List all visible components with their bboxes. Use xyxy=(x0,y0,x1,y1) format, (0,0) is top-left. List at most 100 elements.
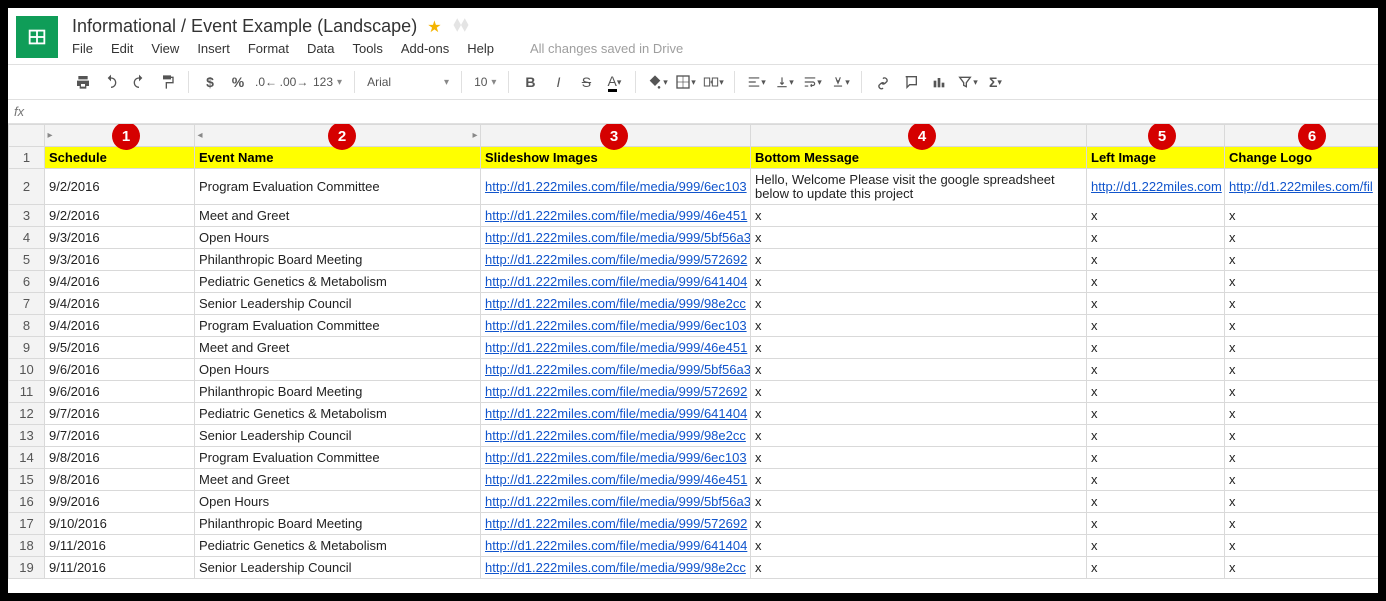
cell[interactable]: 9/4/2016 xyxy=(45,293,195,315)
cell[interactable]: x xyxy=(751,249,1087,271)
cell[interactable]: x xyxy=(751,491,1087,513)
cell[interactable]: http://d1.222miles.com/file/media/999/6e… xyxy=(481,315,751,337)
menu-view[interactable]: View xyxy=(151,41,179,56)
cell[interactable]: Meet and Greet xyxy=(195,469,481,491)
filter-icon[interactable]: ▾ xyxy=(954,69,980,95)
cell[interactable]: x xyxy=(751,205,1087,227)
merge-cells-icon[interactable]: ▾ xyxy=(700,69,726,95)
cell[interactable]: Program Evaluation Committee xyxy=(195,315,481,337)
cell[interactable]: x xyxy=(1225,227,1379,249)
cell[interactable]: Meet and Greet xyxy=(195,337,481,359)
cell[interactable]: http://d1.222miles.com/file/media/999/57… xyxy=(481,381,751,403)
cell[interactable]: 9/9/2016 xyxy=(45,491,195,513)
cell[interactable]: http://d1.222miles.com/file/media/999/5b… xyxy=(481,227,751,249)
cell[interactable]: x xyxy=(1087,557,1225,579)
cell[interactable]: x xyxy=(1225,359,1379,381)
menu-addons[interactable]: Add-ons xyxy=(401,41,449,56)
currency-icon[interactable]: $ xyxy=(197,69,223,95)
row-header[interactable]: 18 xyxy=(9,535,45,557)
cell[interactable]: Change Logo xyxy=(1225,147,1379,169)
column-header-e[interactable] xyxy=(1087,125,1225,147)
cell[interactable]: 9/6/2016 xyxy=(45,381,195,403)
cell-link[interactable]: http://d1.222miles.com/file/media/999/57… xyxy=(485,516,747,531)
cell[interactable]: Pediatric Genetics & Metabolism xyxy=(195,403,481,425)
cell-link[interactable]: http://d1.222miles.com/file/media/999/46… xyxy=(485,472,747,487)
cell[interactable]: http://d1.222miles.com/file/media/999/64… xyxy=(481,271,751,293)
cell[interactable]: Philanthropic Board Meeting xyxy=(195,249,481,271)
cell[interactable]: Schedule xyxy=(45,147,195,169)
cell[interactable]: 9/11/2016 xyxy=(45,535,195,557)
document-title[interactable]: Informational / Event Example (Landscape… xyxy=(72,16,417,37)
column-expand-left-icon[interactable]: ▸ xyxy=(45,125,55,145)
cell-link[interactable]: http://d1.222miles.com/file/media/999/5b… xyxy=(485,362,751,377)
cell[interactable]: Meet and Greet xyxy=(195,205,481,227)
borders-icon[interactable]: ▾ xyxy=(672,69,698,95)
cell[interactable]: x xyxy=(1087,359,1225,381)
cell[interactable]: x xyxy=(1087,447,1225,469)
cell-link[interactable]: http://d1.222miles.com/file/media/999/46… xyxy=(485,340,747,355)
cell[interactable]: Philanthropic Board Meeting xyxy=(195,513,481,535)
text-rotation-icon[interactable]: ▾ xyxy=(827,69,853,95)
cell[interactable]: x xyxy=(1225,447,1379,469)
cell[interactable]: x xyxy=(1225,491,1379,513)
row-header[interactable]: 1 xyxy=(9,147,45,169)
cell[interactable]: http://d1.222miles.com/file/media/999/5b… xyxy=(481,359,751,381)
column-expand-right-icon[interactable]: ▸ xyxy=(470,125,480,145)
cell[interactable]: x xyxy=(751,293,1087,315)
row-header[interactable]: 2 xyxy=(9,169,45,205)
insert-chart-icon[interactable] xyxy=(926,69,952,95)
cell[interactable]: http://d1.222miles.com/file/media/999/6e… xyxy=(481,447,751,469)
cell[interactable]: Hello, Welcome Please visit the google s… xyxy=(751,169,1087,205)
cell[interactable]: x xyxy=(1225,381,1379,403)
cell[interactable]: http://d1.222miles.com/file/media/999/98… xyxy=(481,293,751,315)
cell[interactable]: Pediatric Genetics & Metabolism xyxy=(195,271,481,293)
cell[interactable]: x xyxy=(1087,271,1225,293)
cell[interactable]: 9/3/2016 xyxy=(45,249,195,271)
cell-link[interactable]: http://d1.222miles.com/file/media/999/57… xyxy=(485,252,747,267)
v-align-icon[interactable]: ▾ xyxy=(771,69,797,95)
undo-icon[interactable] xyxy=(98,69,124,95)
more-formats-dropdown[interactable]: 123▾ xyxy=(309,75,346,89)
cell[interactable]: x xyxy=(1087,205,1225,227)
cell-link[interactable]: http://d1.222miles.com xyxy=(1091,179,1222,194)
cell[interactable]: http://d1.222miles.com xyxy=(1087,169,1225,205)
cell[interactable]: Open Hours xyxy=(195,491,481,513)
cell[interactable]: Senior Leadership Council xyxy=(195,557,481,579)
cell[interactable]: Open Hours xyxy=(195,359,481,381)
bold-icon[interactable]: B xyxy=(517,69,543,95)
cell[interactable]: 9/2/2016 xyxy=(45,205,195,227)
row-header[interactable]: 4 xyxy=(9,227,45,249)
cell-link[interactable]: http://d1.222miles.com/file/media/999/64… xyxy=(485,538,747,553)
cell[interactable]: http://d1.222miles.com/file/media/999/64… xyxy=(481,403,751,425)
cell[interactable]: 9/2/2016 xyxy=(45,169,195,205)
cell[interactable]: http://d1.222miles.com/file/media/999/46… xyxy=(481,469,751,491)
select-all-corner[interactable] xyxy=(9,125,45,147)
redo-icon[interactable] xyxy=(126,69,152,95)
cell[interactable]: 9/4/2016 xyxy=(45,271,195,293)
cell[interactable]: http://d1.222miles.com/file/media/999/46… xyxy=(481,337,751,359)
row-header[interactable]: 10 xyxy=(9,359,45,381)
row-header[interactable]: 11 xyxy=(9,381,45,403)
cell[interactable]: x xyxy=(1087,293,1225,315)
cell[interactable]: 9/8/2016 xyxy=(45,447,195,469)
cell[interactable]: Program Evaluation Committee xyxy=(195,169,481,205)
cell[interactable]: x xyxy=(1087,425,1225,447)
h-align-icon[interactable]: ▾ xyxy=(743,69,769,95)
cell-link[interactable]: http://d1.222miles.com/file/media/999/5b… xyxy=(485,230,751,245)
menu-help[interactable]: Help xyxy=(467,41,494,56)
cell[interactable]: Event Name xyxy=(195,147,481,169)
print-icon[interactable] xyxy=(70,69,96,95)
cell[interactable]: 9/8/2016 xyxy=(45,469,195,491)
move-to-drive-icon[interactable] xyxy=(452,16,470,37)
cell[interactable]: x xyxy=(1225,557,1379,579)
insert-comment-icon[interactable] xyxy=(898,69,924,95)
cell[interactable]: x xyxy=(751,557,1087,579)
cell-link[interactable]: http://d1.222miles.com/file/media/999/98… xyxy=(485,428,746,443)
cell-link[interactable]: http://d1.222miles.com/file/media/999/64… xyxy=(485,406,747,421)
cell[interactable]: x xyxy=(1087,469,1225,491)
column-header-b[interactable]: ◂▸ xyxy=(195,125,481,147)
cell[interactable]: x xyxy=(1087,403,1225,425)
cell[interactable]: x xyxy=(751,403,1087,425)
cell[interactable]: 9/5/2016 xyxy=(45,337,195,359)
cell-link[interactable]: http://d1.222miles.com/file/media/999/98… xyxy=(485,560,746,575)
